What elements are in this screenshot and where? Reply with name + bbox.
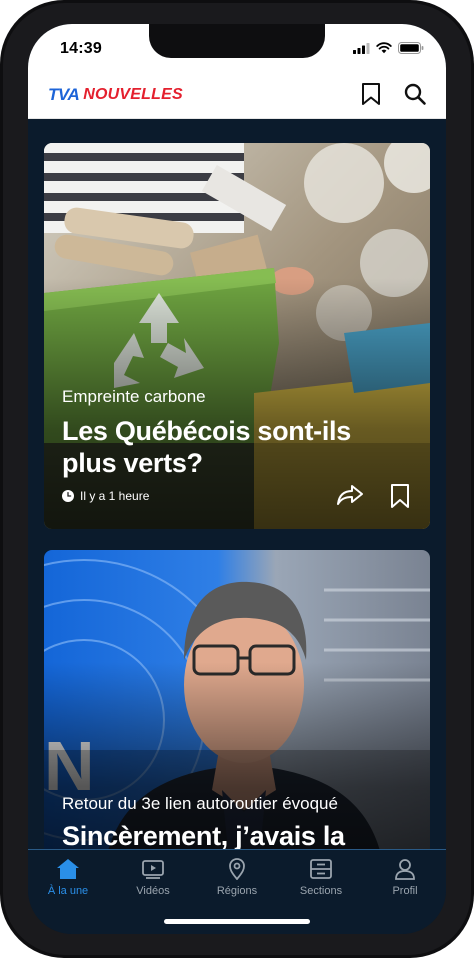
status-icons [353,42,424,54]
article-kicker: Empreinte carbone [62,387,206,406]
search-icon [404,83,426,105]
battery-icon [398,42,424,54]
logo-nouvelles: NOUVELLES [83,86,183,103]
logo-tva: TVA [48,85,80,104]
tab-videos[interactable]: Vidéos [113,858,193,897]
tab-regions[interactable]: Régions [197,858,277,897]
tab-label: Régions [216,885,258,897]
article-kicker: Retour du 3e lien autoroutier évoqué [62,794,338,813]
article-card[interactable]: N Retour du 3e lien autoroutier évoqué S… [44,550,430,849]
bookmark-icon [362,83,380,105]
camera-notch [149,24,325,58]
video-icon [142,860,164,879]
tab-label: Profil [392,885,418,897]
article-headline[interactable]: Sincèrement, j’avais la [62,820,422,849]
article-meta: Il y a 1 heure [62,489,149,503]
tab-profil[interactable]: Profil [365,858,445,897]
tab-sections[interactable]: Sections [281,858,361,897]
tab-a-la-une[interactable]: À la une [28,858,108,897]
bookmark-article-button[interactable] [390,483,410,514]
article-time: Il y a 1 heure [80,489,150,503]
share-button[interactable] [336,483,364,514]
app-header: TVA NOUVELLES [28,72,446,119]
share-icon [337,485,363,505]
tab-label: À la une [47,885,89,897]
profile-icon [395,859,415,880]
article-actions [336,483,410,514]
bookmark-icon [391,484,409,508]
location-pin-icon [229,858,245,880]
app-screen: 14:39 TVA NOUVELLES Empreinte carbone Le… [28,24,446,934]
home-indicator[interactable] [164,919,310,924]
wifi-icon [376,42,392,54]
news-feed[interactable]: Empreinte carbone Les Québécois sont-ils… [28,119,446,849]
article-headline[interactable]: Les Québécois sont-ils plus verts? [62,415,402,479]
saved-articles-button[interactable] [358,81,384,107]
search-button[interactable] [402,81,428,107]
clock-icon [62,490,74,502]
tab-label: Vidéos [136,885,170,897]
sections-icon [310,859,332,879]
home-icon [57,859,79,879]
tab-label: Sections [299,885,343,897]
header-actions [358,81,428,107]
status-time: 14:39 [60,40,102,57]
tva-nouvelles-logo[interactable]: TVA NOUVELLES [48,85,183,105]
signal-icon [353,42,370,54]
article-card[interactable]: Empreinte carbone Les Québécois sont-ils… [44,143,430,529]
